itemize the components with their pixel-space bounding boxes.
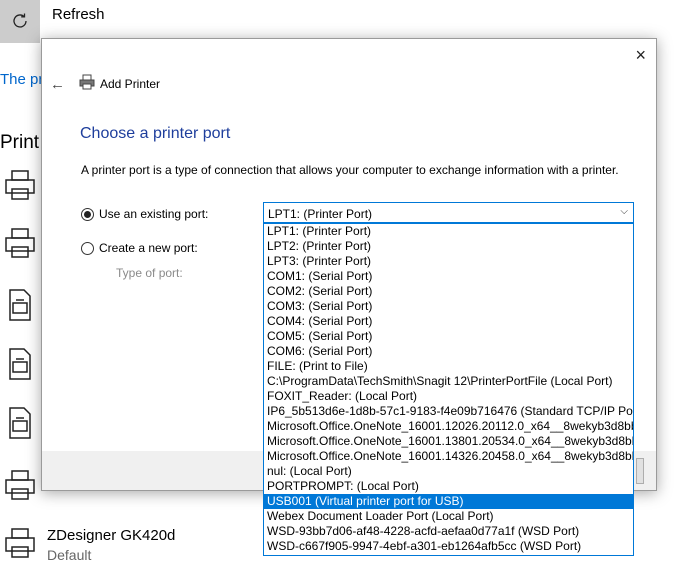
printer-icon[interactable] (3, 468, 37, 507)
port-option[interactable]: COM5: (Serial Port) (264, 329, 633, 344)
create-new-port-label: Create a new port: (99, 241, 198, 255)
refresh-icon (13, 13, 27, 28)
port-option[interactable]: Microsoft.Office.OneNote_16001.12026.201… (264, 419, 633, 434)
background-link[interactable]: The pr (0, 71, 43, 88)
port-option[interactable]: C:\ProgramData\TechSmith\Snagit 12\Print… (264, 374, 633, 389)
chevron-down-icon[interactable]: ⌵ (620, 206, 628, 217)
port-option[interactable]: Webex Document Loader Port (Local Port) (264, 509, 633, 524)
printer-icon[interactable] (3, 226, 37, 265)
printer-icon (79, 74, 95, 90)
document-printer-icon[interactable] (3, 288, 37, 327)
refresh-button[interactable] (0, 0, 40, 43)
port-option[interactable]: FILE: (Print to File) (264, 359, 633, 374)
printers-heading: Print (0, 132, 40, 153)
port-option[interactable]: WSD-c667f905-9947-4ebf-a301-eb1264afb5cc… (264, 539, 633, 554)
port-option[interactable]: COM2: (Serial Port) (264, 284, 633, 299)
port-option[interactable]: WSD-93bb7d06-af48-4228-acfd-aefaa0d77a1f… (264, 524, 633, 539)
description-text: A printer port is a type of connection t… (81, 163, 619, 177)
printer-icon[interactable] (3, 526, 37, 565)
port-option[interactable]: LPT1: (Printer Port) (264, 224, 633, 239)
port-option[interactable]: Microsoft.Office.OneNote_16001.14326.204… (264, 449, 633, 464)
port-option[interactable]: nul: (Local Port) (264, 464, 633, 479)
document-printer-icon[interactable] (3, 347, 37, 386)
type-of-port-label: Type of port: (116, 266, 183, 280)
refresh-label: Refresh (52, 6, 105, 23)
port-option[interactable]: Microsoft.Office.OneNote_16001.13801.205… (264, 434, 633, 449)
page-heading: Choose a printer port (80, 125, 231, 142)
port-dropdown-list[interactable]: LPT1: (Printer Port) LPT2: (Printer Port)… (263, 223, 634, 556)
existing-port-select[interactable]: LPT1: (Printer Port) ⌵ (263, 202, 634, 223)
port-option[interactable]: IP6_5b513d6e-1d8b-57c1-9183-f4e09b716476… (264, 404, 633, 419)
port-option[interactable]: PORTPROMPT: (Local Port) (264, 479, 633, 494)
port-option[interactable]: FOXIT_Reader: (Local Port) (264, 389, 633, 404)
use-existing-port-radio[interactable] (81, 207, 94, 221)
port-option[interactable]: COM3: (Serial Port) (264, 299, 633, 314)
port-option[interactable]: COM1: (Serial Port) (264, 269, 633, 284)
printer-icon[interactable] (3, 168, 37, 207)
port-option[interactable]: LPT2: (Printer Port) (264, 239, 633, 254)
port-option[interactable]: USB001 (Virtual printer port for USB) (264, 494, 633, 509)
footer-button[interactable] (636, 458, 644, 484)
dialog-title: Add Printer (100, 77, 161, 91)
back-arrow-icon[interactable]: ← (50, 76, 65, 93)
use-existing-port-label: Use an existing port: (99, 207, 209, 221)
create-new-port-radio[interactable] (81, 241, 94, 255)
create-new-port-option[interactable]: Create a new port: (81, 241, 198, 255)
port-option[interactable]: COM4: (Serial Port) (264, 314, 633, 329)
port-option[interactable]: COM6: (Serial Port) (264, 344, 633, 359)
use-existing-port-option[interactable]: Use an existing port: (81, 207, 208, 221)
selected-port-value: LPT1: (Printer Port) (268, 207, 373, 221)
device-name[interactable]: ZDesigner GK420d (47, 527, 175, 544)
close-icon[interactable]: × (635, 45, 646, 65)
port-option[interactable]: LPT3: (Printer Port) (264, 254, 633, 269)
document-printer-icon[interactable] (3, 406, 37, 445)
device-status: Default (47, 547, 92, 563)
